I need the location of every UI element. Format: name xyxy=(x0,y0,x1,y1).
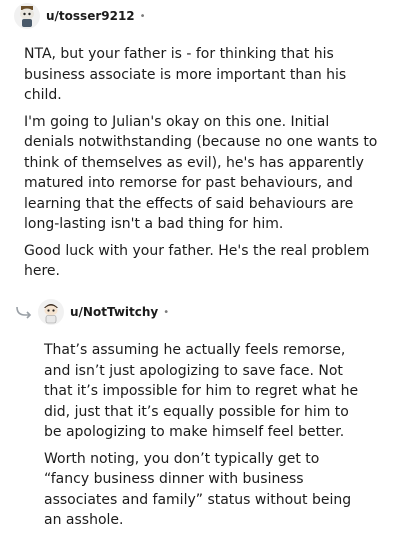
comment-body: That’s assuming he actually feels remors… xyxy=(0,328,400,531)
comment-paragraph: Good luck with your father. He's the rea… xyxy=(24,242,370,280)
comment-paragraph: Worth noting, you don’t typically get to… xyxy=(44,450,352,529)
username-link[interactable]: u/tosser9212 xyxy=(46,9,135,23)
comment: u/tosser9212 • NTA, but your father is -… xyxy=(0,0,400,288)
comment-paragraph: I'm going to Julian's okay on this one. … xyxy=(24,113,378,233)
comment-body: NTA, but your father is - for thinking t… xyxy=(0,32,400,282)
comment-paragraph: NTA, but your father is - for thinking t… xyxy=(24,46,347,103)
comment-header: u/tosser9212 • xyxy=(0,0,400,32)
reply-comment: u/NotTwitchy • That’s assuming he actual… xyxy=(0,296,400,537)
snoo-avatar-icon[interactable] xyxy=(38,299,64,325)
username-link[interactable]: u/NotTwitchy xyxy=(70,305,158,319)
separator-dot: • xyxy=(139,10,146,22)
separator-dot: • xyxy=(163,306,170,318)
snoo-avatar-icon[interactable] xyxy=(14,3,40,29)
comment-header: u/NotTwitchy • xyxy=(0,296,400,328)
reply-arrow-icon xyxy=(14,302,34,322)
comment-paragraph: That’s assuming he actually feels remors… xyxy=(44,342,359,440)
